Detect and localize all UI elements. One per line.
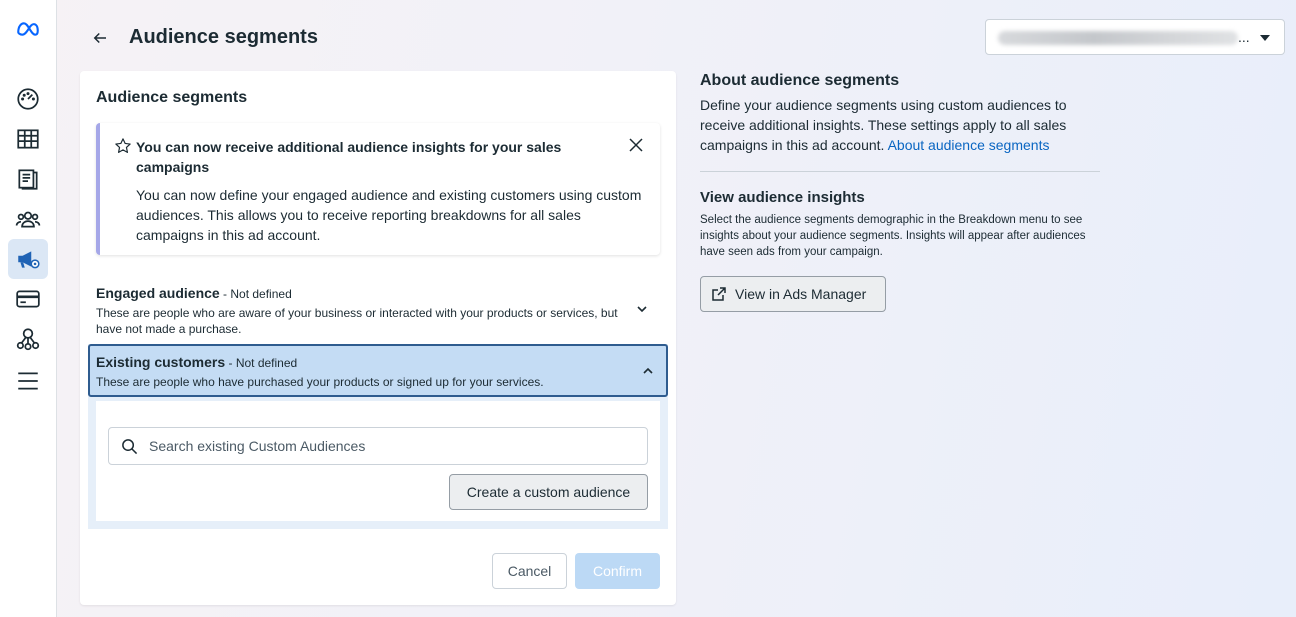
existing-customers-desc: These are people who have purchased your… — [96, 375, 544, 389]
billing-card-icon[interactable] — [8, 279, 48, 319]
create-custom-audience-button[interactable]: Create a custom audience — [449, 474, 648, 510]
account-name-ellipsis: ... — [1238, 29, 1250, 45]
view-in-ads-manager-label: View in Ads Manager — [735, 286, 867, 302]
existing-customers-title: Existing customers — [96, 354, 226, 370]
people-icon[interactable] — [8, 199, 48, 239]
page-title: Audience segments — [129, 26, 318, 48]
star-icon — [115, 138, 131, 153]
redacted-account-name — [998, 31, 1238, 45]
view-insights-body: Select the audience segments demographic… — [700, 214, 1086, 258]
existing-customers-header[interactable]: Existing customers - Not defined These a… — [88, 344, 668, 397]
about-body: Define your audience segments using cust… — [700, 95, 1100, 155]
confirm-button[interactable]: Confirm — [575, 553, 660, 589]
ad-account-dropdown[interactable]: ... — [985, 19, 1285, 55]
search-icon — [122, 439, 138, 455]
engaged-audience-title: Engaged audience — [96, 285, 220, 301]
about-title: About audience segments — [700, 72, 900, 89]
engaged-audience-desc: These are people who are aware of your b… — [96, 306, 618, 336]
divider — [700, 171, 1100, 172]
card-title: Audience segments — [96, 89, 248, 106]
table-grid-icon[interactable] — [8, 119, 48, 159]
audience-segments-card: Audience segments You can now receive ad… — [80, 71, 676, 605]
view-insights-title: View audience insights — [700, 189, 865, 206]
engaged-audience-status: - Not defined — [219, 287, 292, 301]
insights-notice: You can now receive additional audience … — [96, 123, 660, 255]
existing-customers-body: Create a custom audience — [96, 401, 660, 521]
existing-customers-status: - Not defined — [225, 356, 298, 370]
chevron-up-icon — [643, 367, 653, 374]
sidebar — [0, 0, 57, 617]
close-icon[interactable] — [628, 137, 644, 153]
notice-body: You can now define your engaged audience… — [136, 187, 642, 243]
view-in-ads-manager-button[interactable]: View in Ads Manager — [700, 276, 886, 312]
menu-icon[interactable] — [8, 361, 48, 401]
custom-audience-search[interactable] — [108, 427, 648, 465]
arrow-left-icon — [93, 32, 106, 44]
caret-down-icon — [1260, 35, 1270, 41]
notice-title: You can now receive additional audience … — [136, 139, 562, 175]
pages-icon[interactable] — [8, 159, 48, 199]
existing-customers-panel: Existing customers - Not defined These a… — [88, 344, 668, 529]
dashboard-gauge-icon[interactable] — [8, 79, 48, 119]
engaged-audience-section[interactable]: Engaged audience - Not defined These are… — [96, 285, 660, 337]
chevron-down-icon — [637, 306, 647, 313]
business-network-icon[interactable] — [8, 319, 48, 359]
back-button[interactable] — [88, 26, 112, 50]
about-link[interactable]: About audience segments — [888, 137, 1050, 153]
external-link-icon — [712, 287, 726, 301]
meta-logo-icon[interactable] — [8, 9, 48, 49]
cancel-button[interactable]: Cancel — [492, 553, 567, 589]
ads-megaphone-icon[interactable] — [8, 239, 48, 279]
search-input[interactable] — [149, 436, 629, 456]
